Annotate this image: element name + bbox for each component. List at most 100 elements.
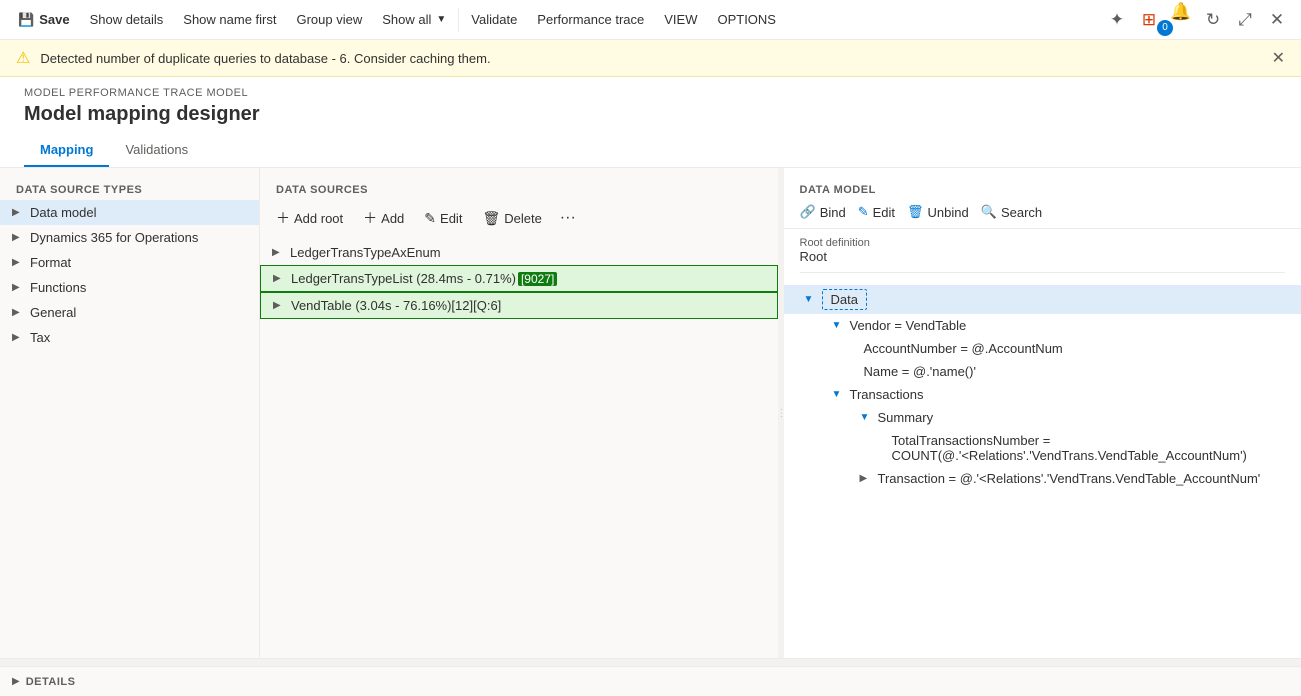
chevron-right-icon: ▶ [12,257,24,268]
chevron-right-icon: ▶ [12,232,24,243]
scroll-area [0,658,1301,666]
show-details-button[interactable]: Show details [80,0,174,39]
chevron-right-icon-details: ▶ [12,676,20,687]
ds-type-functions[interactable]: ▶ Functions [0,275,259,300]
show-name-first-label: Show name first [183,12,276,27]
chevron-right-icon: ▶ [273,273,285,284]
group-view-button[interactable]: Group view [286,0,372,39]
options-button[interactable]: OPTIONS [707,0,786,39]
breadcrumb: MODEL PERFORMANCE TRACE MODEL [24,87,1277,99]
ds-type-general[interactable]: ▶ General [0,300,259,325]
ds-item-ledger-trans-type-ax-enum[interactable]: ▶ LedgerTransTypeAxEnum [260,240,778,265]
delete-btn[interactable]: 🗑 Delete [474,206,549,231]
view-label: VIEW [664,12,697,27]
dm-node-total-transactions[interactable]: TotalTransactionsNumber = COUNT(@.'<Rela… [784,429,1301,467]
dm-node-data[interactable]: ▼ Data [784,285,1301,314]
ds-type-tax[interactable]: ▶ Tax [0,325,259,350]
tab-mapping[interactable]: Mapping [24,134,109,167]
dm-node-transaction[interactable]: ▶ Transaction = @.'<Relations'.'VendTran… [784,467,1301,490]
ds-type-label-general: General [30,305,76,320]
ds-item-label-0: LedgerTransTypeAxEnum [290,245,441,260]
show-all-button[interactable]: Show all ▼ [372,0,456,39]
close-btn[interactable]: ✕ [1261,4,1293,36]
dm-tree: ▼ Data ▼ Vendor = VendTable AccountNumbe… [784,281,1301,494]
ds-item-vend-table[interactable]: ▶ VendTable (3.04s - 76.16%)[12][Q:6] [260,292,778,319]
expand-icon-transaction: ▶ [860,473,874,484]
unbind-label: Unbind [928,205,969,220]
dm-edit-label: Edit [873,205,895,220]
ds-type-label-format: Format [30,255,71,270]
ds-type-label-functions: Functions [30,280,86,295]
details-bar[interactable]: ▶ DETAILS [0,666,1301,696]
view-button[interactable]: VIEW [654,0,707,39]
search-btn[interactable]: 🔍 Search [981,204,1042,220]
refresh-btn[interactable]: ↻ [1197,4,1229,36]
extensions-icon-btn[interactable]: ✦ [1101,4,1133,36]
add-root-btn[interactable]: ＋ Add root [268,204,351,232]
notification-count: 0 [1157,20,1173,36]
dm-node-vendor[interactable]: ▼ Vendor = VendTable [784,314,1301,337]
performance-trace-button[interactable]: Performance trace [527,0,654,39]
ds-item-ledger-trans-type-list[interactable]: ▶ LedgerTransTypeList (28.4ms - 0.71%)[9… [260,265,778,292]
data-source-types-panel: DATA SOURCE TYPES ▶ Data model ▶ Dynamic… [0,168,260,658]
data-model-panel: DATA MODEL 🔗 Bind ✎ Edit 🗑 Unbind 🔍 Sear… [784,168,1301,658]
bind-btn[interactable]: 🔗 Bind [800,204,846,220]
warning-banner: ⚠ Detected number of duplicate queries t… [0,40,1301,77]
ds-type-label-data-model: Data model [30,205,96,220]
delete-icon: 🗑 [482,210,500,227]
save-button[interactable]: 💾 Save [8,0,80,39]
ds-item-badge-1: [9027] [518,272,557,286]
tab-validations[interactable]: Validations [109,134,204,167]
dm-node-transactions[interactable]: ▼ Transactions [784,383,1301,406]
tabs: Mapping Validations [24,134,1277,167]
page-header: MODEL PERFORMANCE TRACE MODEL Model mapp… [0,77,1301,168]
data-source-types-header: DATA SOURCE TYPES [0,176,259,200]
chevron-right-icon: ▶ [272,247,284,258]
validate-button[interactable]: Validate [461,0,527,39]
warning-close-btn[interactable]: ✕ [1272,48,1285,68]
edit-icon-2: ✎ [858,204,869,220]
ds-type-data-model[interactable]: ▶ Data model [0,200,259,225]
unbind-btn[interactable]: 🗑 Unbind [907,204,969,220]
edit-icon: ✎ [424,210,436,227]
notification-area: 🔔 0 [1165,0,1197,44]
ds-item-label-2: VendTable (3.04s - 76.16%)[12][Q:6] [291,298,501,313]
more-btn[interactable]: ··· [554,205,582,231]
ds-tree: ▶ LedgerTransTypeAxEnum ▶ LedgerTransTyp… [260,236,778,323]
search-icon: 🔍 [981,204,997,220]
expand-btn[interactable]: ⤢ [1229,4,1261,36]
dm-edit-btn[interactable]: ✎ Edit [858,204,895,220]
toolbar: 💾 Save Show details Show name first Grou… [0,0,1301,40]
dm-node-name[interactable]: Name = @.'name()' [784,360,1301,383]
group-view-label: Group view [296,12,362,27]
data-sources-panel: DATA SOURCES ＋ Add root ＋ Add ✎ Edit 🗑 D… [260,168,778,658]
performance-trace-label: Performance trace [537,12,644,27]
options-label: OPTIONS [717,12,776,27]
delete-label: Delete [504,211,542,226]
edit-btn[interactable]: ✎ Edit [416,206,470,231]
ds-type-label-dynamics: Dynamics 365 for Operations [30,230,198,245]
dm-node-account-number[interactable]: AccountNumber = @.AccountNum [784,337,1301,360]
ds-type-label-tax: Tax [30,330,50,345]
edit-label: Edit [440,211,462,226]
add-btn[interactable]: ＋ Add [355,204,412,232]
chevron-right-icon: ▶ [12,282,24,293]
root-definition: Root definition Root [784,229,1301,281]
chevron-right-icon: ▶ [273,300,285,311]
collapse-icon: ▼ [804,294,818,305]
plus-icon: ＋ [276,208,290,228]
ds-type-format[interactable]: ▶ Format [0,250,259,275]
show-name-first-button[interactable]: Show name first [173,0,286,39]
warning-message: Detected number of duplicate queries to … [40,51,490,66]
ds-type-dynamics[interactable]: ▶ Dynamics 365 for Operations [0,225,259,250]
ds-item-label-1: LedgerTransTypeList (28.4ms - 0.71%)[902… [291,271,557,286]
dm-node-summary[interactable]: ▼ Summary [784,406,1301,429]
chevron-right-icon: ▶ [12,332,24,343]
collapse-icon-summary: ▼ [860,412,874,423]
collapse-icon-vendor: ▼ [832,320,846,331]
add-root-label: Add root [294,211,343,226]
warning-icon: ⚠ [16,48,30,68]
save-label: Save [39,12,69,27]
dm-node-data-label: Data [822,289,867,310]
unlink-icon: 🗑 [907,204,924,220]
